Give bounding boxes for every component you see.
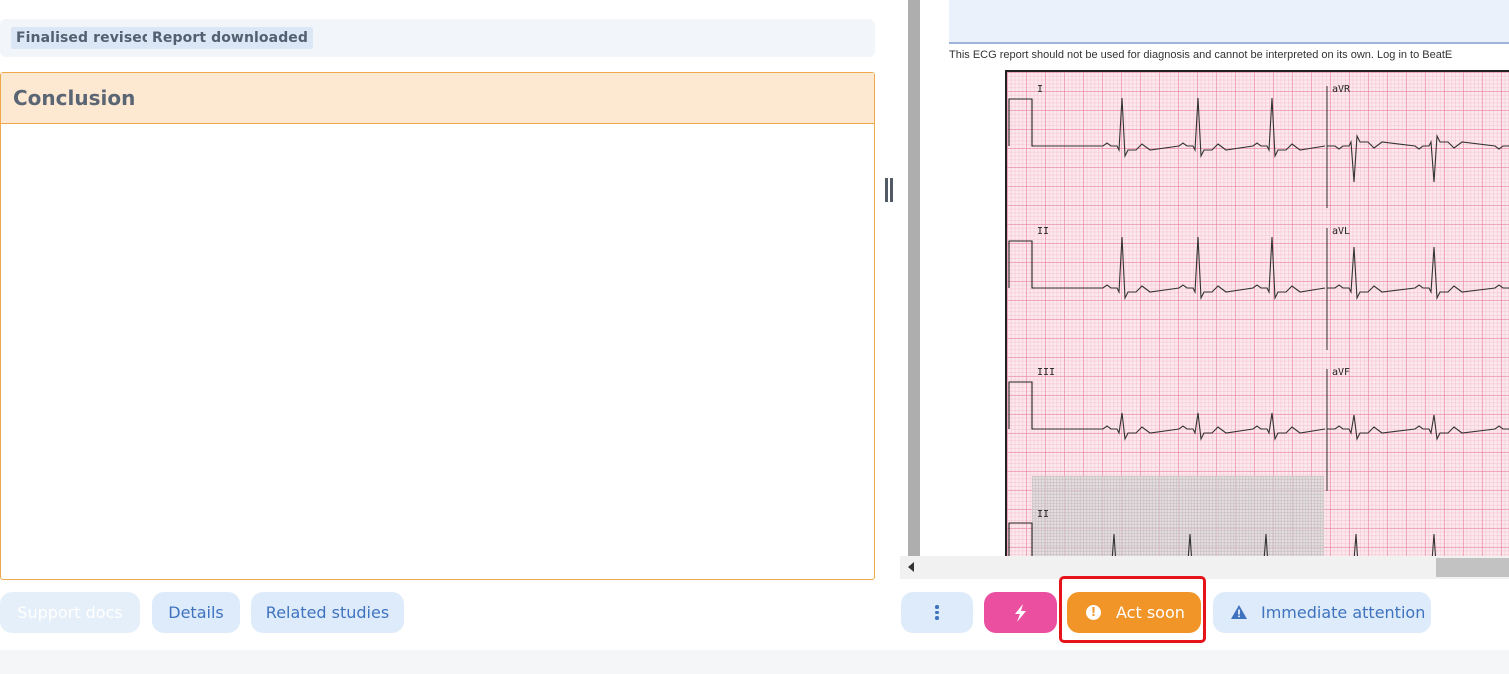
- status-tag-report-downloaded: Report downloaded: [147, 27, 314, 49]
- conclusion-text-area[interactable]: [1, 124, 874, 579]
- status-tag-finalised-revised: Finalised revised: [11, 27, 157, 49]
- report-header-band: [949, 0, 1509, 44]
- ecg-trace-image: I aVR II aVL III aVF II: [1005, 70, 1509, 556]
- pane-splitter[interactable]: [908, 0, 920, 556]
- lead-label-i: I: [1037, 84, 1044, 95]
- lead-label-avr: aVR: [1332, 84, 1351, 95]
- lead-label-ii-rhythm: II: [1037, 509, 1050, 520]
- act-soon-button[interactable]: Act soon: [1067, 592, 1201, 633]
- scrollbar-thumb[interactable]: [1436, 558, 1509, 577]
- immediate-attention-button[interactable]: Immediate attention: [1213, 592, 1431, 633]
- conclusion-panel[interactable]: Conclusion: [0, 72, 875, 580]
- horizontal-scrollbar[interactable]: [900, 556, 1509, 579]
- scroll-left-arrow-icon[interactable]: [908, 562, 914, 572]
- pane-resize-handle-icon[interactable]: [883, 178, 895, 204]
- exclamation-circle-icon: [1086, 604, 1101, 621]
- status-tags-bar: Finalised revised Report downloaded: [0, 19, 875, 57]
- conclusion-title: Conclusion: [13, 86, 136, 110]
- details-button[interactable]: Details: [152, 592, 240, 633]
- immediate-attention-label: Immediate attention: [1261, 603, 1426, 622]
- lead-label-ii: II: [1037, 226, 1050, 237]
- more-options-button[interactable]: [901, 592, 973, 633]
- conclusion-header: Conclusion: [1, 73, 874, 124]
- lead-label-avl: aVL: [1332, 226, 1351, 237]
- act-soon-label: Act soon: [1116, 603, 1185, 622]
- related-studies-button[interactable]: Related studies: [251, 592, 404, 633]
- warning-triangle-icon: [1231, 605, 1247, 619]
- footer-strip: [0, 650, 1509, 674]
- lead-label-iii: III: [1037, 367, 1056, 378]
- report-disclaimer: This ECG report should not be used for d…: [949, 49, 1453, 61]
- ecg-waveforms: [1008, 86, 1509, 556]
- ecg-report-viewer[interactable]: This ECG report should not be used for d…: [920, 0, 1509, 556]
- support-docs-button[interactable]: Support docs: [0, 592, 140, 633]
- lead-label-avf: aVF: [1332, 367, 1351, 378]
- lightning-bolt-icon: [1015, 604, 1026, 622]
- urgent-flash-button[interactable]: [984, 592, 1057, 633]
